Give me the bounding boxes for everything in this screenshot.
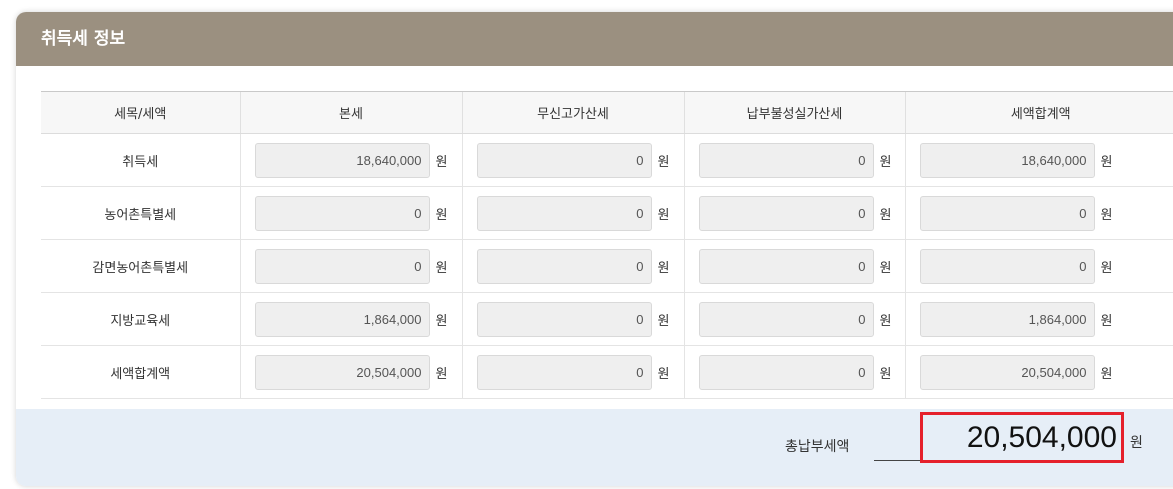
header-tax-item: 세목/세액 [41, 91, 240, 134]
row-label: 농어촌특별세 [41, 186, 240, 240]
amount-field[interactable] [476, 195, 652, 231]
amount-field[interactable] [476, 248, 652, 284]
table-row: 취득세 원 원 원 원 [41, 133, 1173, 187]
total-underline [874, 460, 920, 461]
amount-field[interactable] [698, 195, 874, 231]
total-payment-amount: 20,504,000 [920, 412, 1124, 463]
panel-title: 취득세 정보 [16, 12, 1173, 66]
header-late-payment-penalty: 납부불성실가산세 [683, 91, 905, 134]
amount-field[interactable] [698, 142, 874, 178]
unit-label: 원 [879, 207, 892, 223]
row-label: 세액합계액 [41, 345, 240, 399]
acquisition-tax-panel: 취득세 정보 세목/세액 본세 무신고가산세 납부불성실가산세 세액합계액 취득… [16, 12, 1173, 486]
total-unit-label: 원 [1130, 435, 1143, 451]
unit-label: 원 [1100, 207, 1113, 223]
amount-field[interactable] [698, 301, 874, 337]
unit-label: 원 [435, 154, 448, 170]
amount-field[interactable] [254, 195, 430, 231]
table-row: 세액합계액 원 원 원 원 [41, 345, 1173, 399]
unit-label: 원 [1100, 260, 1113, 276]
amount-field[interactable] [254, 354, 430, 390]
amount-field[interactable] [919, 248, 1095, 284]
amount-field[interactable] [476, 142, 652, 178]
amount-field[interactable] [476, 354, 652, 390]
amount-field[interactable] [698, 354, 874, 390]
unit-label: 원 [879, 366, 892, 382]
amount-field[interactable] [919, 354, 1095, 390]
table-row: 지방교육세 원 원 원 원 [41, 292, 1173, 346]
unit-label: 원 [879, 260, 892, 276]
tax-table: 세목/세액 본세 무신고가산세 납부불성실가산세 세액합계액 취득세 원 원 원… [41, 91, 1173, 399]
row-label: 지방교육세 [41, 292, 240, 346]
unit-label: 원 [435, 366, 448, 382]
unit-label: 원 [657, 154, 670, 170]
unit-label: 원 [435, 313, 448, 329]
unit-label: 원 [657, 207, 670, 223]
row-label: 감면농어촌특별세 [41, 239, 240, 293]
header-total-tax: 세액합계액 [904, 91, 1173, 134]
total-payment-label: 총납부세액 [785, 439, 850, 455]
unit-label: 원 [657, 260, 670, 276]
table-header-row: 세목/세액 본세 무신고가산세 납부불성실가산세 세액합계액 [41, 91, 1173, 134]
amount-field[interactable] [254, 248, 430, 284]
unit-label: 원 [879, 313, 892, 329]
row-label: 취득세 [41, 133, 240, 187]
table-row: 농어촌특별세 원 원 원 원 [41, 186, 1173, 240]
unit-label: 원 [1100, 154, 1113, 170]
unit-label: 원 [435, 207, 448, 223]
amount-field[interactable] [698, 248, 874, 284]
unit-label: 원 [435, 260, 448, 276]
unit-label: 원 [879, 154, 892, 170]
unit-label: 원 [657, 313, 670, 329]
amount-field[interactable] [919, 195, 1095, 231]
amount-field[interactable] [254, 142, 430, 178]
header-non-filing-penalty: 무신고가산세 [461, 91, 684, 134]
amount-field[interactable] [919, 301, 1095, 337]
total-payment-bar: 총납부세액 20,504,000 원 [16, 409, 1173, 486]
amount-field[interactable] [254, 301, 430, 337]
table-row: 감면농어촌특별세 원 원 원 원 [41, 239, 1173, 293]
unit-label: 원 [657, 366, 670, 382]
amount-field[interactable] [919, 142, 1095, 178]
unit-label: 원 [1100, 366, 1113, 382]
amount-field[interactable] [476, 301, 652, 337]
header-base-tax: 본세 [239, 91, 462, 134]
unit-label: 원 [1100, 313, 1113, 329]
